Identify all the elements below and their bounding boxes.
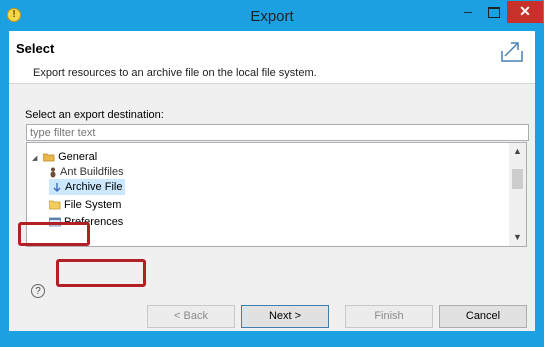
back-button[interactable]: < Back [147,305,235,328]
maximize-icon [488,6,500,18]
scroll-down-icon[interactable]: ▼ [509,229,526,246]
minimize-button[interactable]: – [455,1,481,23]
tree-item-ant-buildfiles[interactable]: Ant Buildfiles [49,164,124,180]
help-icon[interactable]: ? [31,284,45,298]
finish-button[interactable]: Finish [345,305,433,328]
tree-item-label: Ant Buildfiles [60,166,124,178]
destination-label: Select an export destination: [25,109,164,121]
filter-input[interactable] [26,124,529,141]
wizard-header: Select Export resources to an archive fi… [9,31,535,83]
folder-icon [49,200,61,210]
archive-file-icon [53,182,61,192]
export-wizard-icon [501,42,523,62]
expand-arrow-icon[interactable]: ◢ [32,151,40,167]
tree-item-general[interactable]: ◢ General [32,149,97,165]
tree-item-file-system[interactable]: File System [49,197,121,213]
title-bar[interactable]: ! Export – ✕ [1,1,543,31]
wizard-body: Select an export destination: ◢ General … [9,83,535,332]
tree-item-label: General [58,151,98,163]
export-dialog: ! Export – ✕ Select Export resources to … [0,0,544,347]
cancel-button[interactable]: Cancel [439,305,527,328]
scroll-up-icon[interactable]: ▲ [509,143,526,160]
folder-open-icon [43,153,55,162]
destination-tree[interactable]: ◢ General Ant Buildfiles Archive File Fi… [26,142,527,247]
page-title: Select [16,41,55,56]
tree-item-label: Archive File [65,181,123,193]
scroll-thumb[interactable] [512,169,523,189]
next-button[interactable]: Next > [241,305,329,328]
window-bottom-border [1,331,543,346]
tree-item-label: File System [64,199,122,211]
annotation-highlight-general [18,222,90,246]
ant-icon [50,167,56,178]
page-description: Export resources to an archive file on t… [33,67,317,79]
tree-scrollbar[interactable]: ▲ ▼ [509,143,526,246]
close-button[interactable]: ✕ [507,1,543,23]
maximize-button[interactable] [481,1,507,23]
tree-item-archive-file[interactable]: Archive File [49,179,126,195]
annotation-highlight-archive-file [56,259,146,287]
